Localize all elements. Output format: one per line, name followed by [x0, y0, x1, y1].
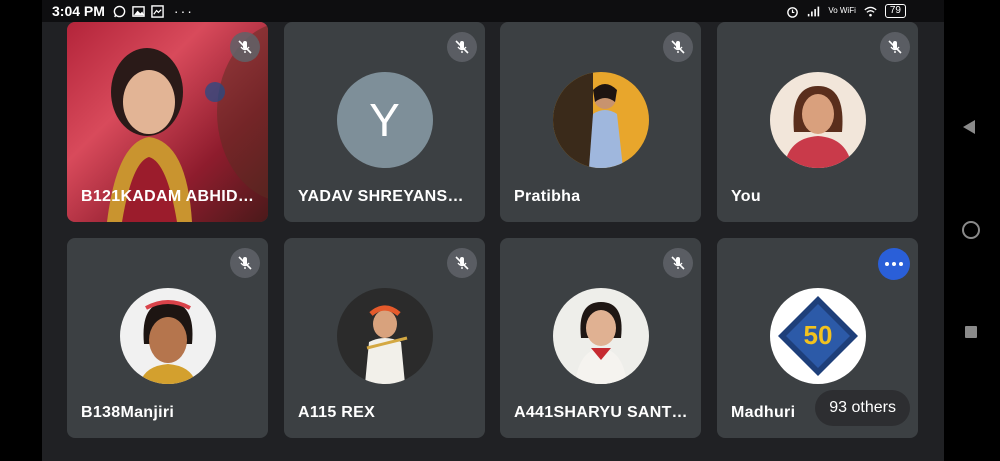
- avatar: [336, 288, 433, 384]
- signal-icon: [808, 6, 820, 16]
- avatar: [552, 288, 649, 384]
- more-notifications: ···: [173, 3, 194, 19]
- mic-off-icon: [663, 32, 693, 62]
- logo-text: 50: [803, 320, 832, 350]
- wifi-icon: [864, 6, 877, 16]
- participant-name: A115 REX: [298, 404, 376, 421]
- participant-tile[interactable]: You: [717, 22, 918, 222]
- status-time: 3:04 PM: [52, 3, 105, 19]
- home-icon[interactable]: [962, 221, 980, 239]
- participant-name: Madhuri: [731, 404, 796, 421]
- back-icon[interactable]: [963, 120, 975, 134]
- recent-apps-icon[interactable]: [965, 326, 977, 338]
- participant-tile[interactable]: Y YADAV SHREYANSH S...: [284, 22, 485, 222]
- vowifi-label: Vo WiFi: [828, 6, 856, 15]
- avatar: [119, 288, 216, 384]
- left-black-bar: [0, 0, 42, 461]
- avatar: 50: [769, 288, 866, 384]
- participant-name: A441SHARYU SANTO...: [514, 404, 690, 421]
- participant-name: YADAV SHREYANSH S...: [298, 188, 474, 205]
- participant-name: You: [731, 188, 761, 205]
- participant-name: Pratibha: [514, 188, 581, 205]
- participant-tile[interactable]: Pratibha: [500, 22, 701, 222]
- more-options-icon[interactable]: [878, 248, 910, 280]
- mic-off-icon: [447, 32, 477, 62]
- participant-tile[interactable]: B138Manjiri: [67, 238, 268, 438]
- participant-name: B138Manjiri: [81, 404, 175, 421]
- avatar-letter: Y: [336, 72, 433, 168]
- notification-icons: [113, 4, 164, 18]
- mic-off-icon: [230, 32, 260, 62]
- participant-name: B121KADAM ABHIDNY...: [81, 188, 257, 205]
- participant-tile[interactable]: A441SHARYU SANTO...: [500, 238, 701, 438]
- system-icons: Vo WiFi 79: [786, 4, 906, 18]
- battery-indicator: 79: [884, 4, 906, 18]
- image-icon: [132, 5, 145, 17]
- gallery-icon: [151, 4, 164, 18]
- mic-off-icon: [447, 248, 477, 278]
- alarm-icon: [787, 6, 799, 18]
- participant-tile[interactable]: 50 Madhuri 93 others: [717, 238, 918, 438]
- participant-tile[interactable]: B121KADAM ABHIDNY...: [67, 22, 268, 222]
- participant-tile[interactable]: A115 REX: [284, 238, 485, 438]
- mic-off-icon: [880, 32, 910, 62]
- avatar: [769, 72, 866, 168]
- others-count-chip[interactable]: 93 others: [815, 390, 910, 426]
- whatsapp-icon: [113, 5, 126, 17]
- mic-off-icon: [230, 248, 260, 278]
- avatar: [552, 72, 649, 168]
- mic-off-icon: [663, 248, 693, 278]
- status-bar: 3:04 PM ··· Vo WiFi 79: [42, 0, 944, 22]
